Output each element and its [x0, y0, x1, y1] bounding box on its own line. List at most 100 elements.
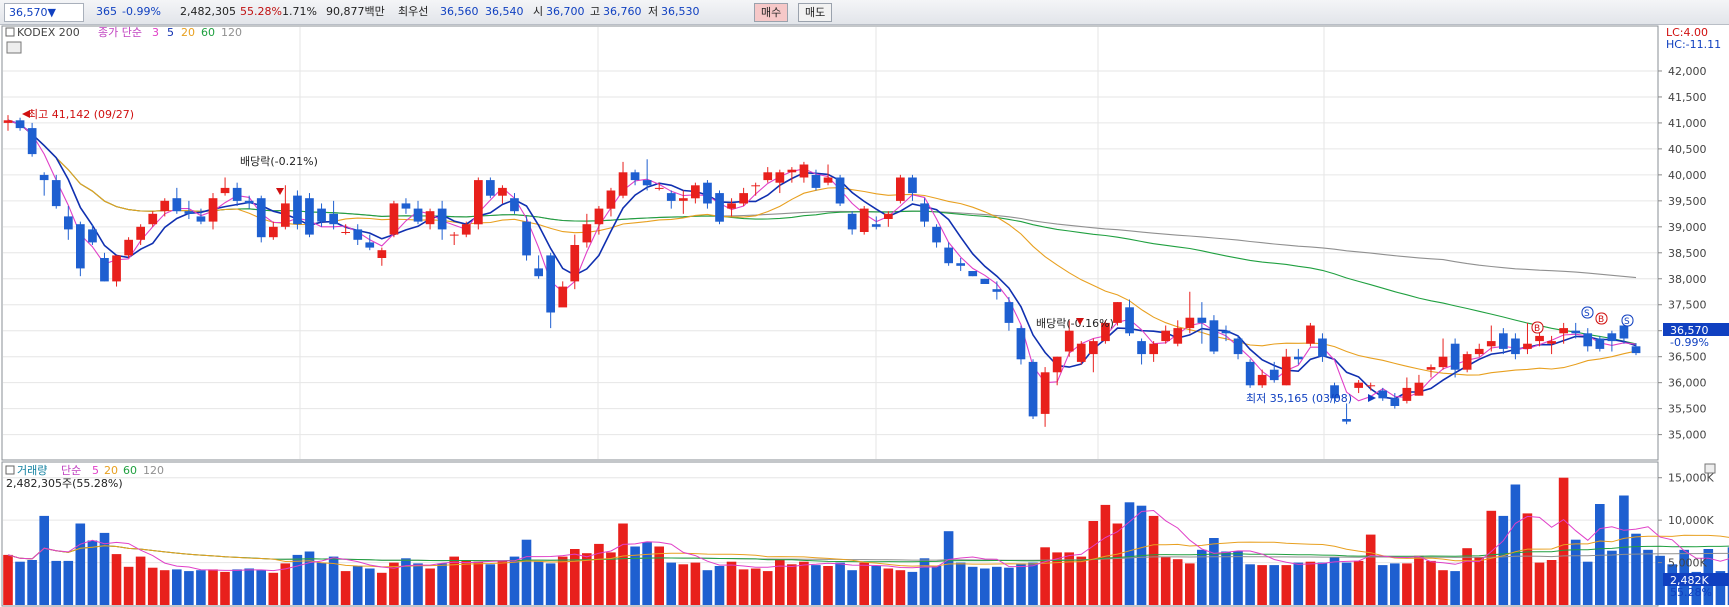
price-tick-label: 35,000 [1668, 429, 1707, 442]
turnover-pct: 1.71% [282, 5, 317, 18]
volume-bar [1088, 521, 1099, 605]
volume-bar [1317, 562, 1328, 605]
volume-bar [871, 566, 881, 605]
candle-body [1185, 317, 1195, 329]
volume-bar [172, 569, 182, 605]
candle-body [1631, 346, 1641, 354]
buy-signal-marker: B [1595, 312, 1608, 325]
candle-body [618, 172, 628, 196]
volume-bar [1450, 571, 1460, 605]
volume-bar [39, 515, 49, 605]
candle-body [160, 200, 170, 212]
volume-bar [1390, 563, 1400, 605]
buy-button[interactable]: 매수 [754, 3, 789, 22]
volume-bar [1293, 562, 1304, 605]
hc-label: HC:-11.11 [1666, 38, 1721, 51]
volume-bar [1281, 565, 1292, 605]
candle-body [775, 172, 785, 183]
candle-body [679, 198, 688, 201]
candle-body [823, 177, 833, 183]
candle-body [413, 208, 423, 222]
candle-body [124, 239, 133, 256]
volume-bar [51, 560, 61, 605]
volume-bar [907, 571, 918, 605]
svg-text:S: S [1584, 309, 1590, 319]
volume-bar [316, 562, 327, 605]
low-label: 저 [648, 5, 659, 18]
candle-body [172, 198, 182, 212]
candle-body [27, 128, 37, 155]
candle-body [1426, 367, 1436, 370]
candle-body [1052, 356, 1062, 373]
candle-body [666, 193, 676, 201]
volume-bar [1631, 533, 1641, 605]
candle-body [269, 226, 278, 238]
volume-bar [473, 561, 484, 605]
open-price: 36,700 [546, 5, 585, 18]
low-note: 최저 35,165 (03/08) [1246, 392, 1352, 405]
price-change: 365 [96, 5, 117, 18]
volume-bar [352, 566, 363, 605]
candle-body [1137, 341, 1146, 355]
candle-body [727, 203, 736, 209]
bid-price: 36,540 [485, 5, 524, 18]
volume-bar [1100, 504, 1111, 605]
high-price: 36,760 [603, 5, 642, 18]
candle-body [1559, 328, 1568, 334]
volume-bar [111, 554, 122, 605]
open-label: 시 [533, 5, 544, 18]
volume-bar [1341, 562, 1352, 605]
volume-bar [1112, 523, 1123, 605]
sell-signal-marker: S [1581, 306, 1594, 319]
volume-bar [1028, 562, 1038, 605]
candle-body [329, 213, 338, 225]
volume-close-icon[interactable] [1704, 463, 1716, 474]
candle-body [1366, 385, 1376, 387]
ma-period-120: 120 [221, 26, 242, 39]
candle-body [1233, 338, 1243, 355]
volume-bar [1209, 538, 1219, 605]
candle-body [365, 242, 375, 248]
high-note: 최고 41,142 (09/27) [28, 108, 134, 121]
volume-panel-toggle-icon[interactable] [5, 465, 15, 475]
volume-bar [268, 572, 279, 605]
candle-body [256, 198, 266, 238]
candle-body [522, 221, 531, 256]
sell-button[interactable]: 매도 [798, 3, 833, 22]
volume-bar [931, 566, 942, 605]
candle-body [1342, 419, 1351, 422]
candle-body [196, 216, 206, 222]
volume-bar [606, 552, 616, 605]
volume-bar [762, 571, 773, 605]
high-label: 고 [590, 5, 601, 18]
volume-bar [184, 571, 194, 605]
candle-body [232, 187, 242, 201]
table-toggle-icon[interactable] [6, 41, 22, 54]
candle-body [811, 174, 821, 188]
volume-bar [1245, 564, 1255, 605]
candle-body [1221, 330, 1231, 334]
candle-body [1354, 382, 1363, 388]
volume-bar [1172, 559, 1183, 605]
candle-body [486, 180, 495, 196]
candle-body [3, 120, 13, 123]
volume-bar [702, 570, 713, 605]
candle-body [353, 229, 363, 240]
candle-body [64, 216, 73, 230]
volume-bar [1377, 565, 1388, 605]
volume-bar [413, 563, 423, 605]
volume-bar [1269, 565, 1279, 605]
candle-body [944, 247, 953, 264]
candle-body [534, 268, 543, 277]
candle-body [847, 213, 857, 230]
panel-toggle-icon[interactable] [5, 27, 15, 37]
candle-body [1294, 356, 1303, 360]
candle-body [39, 174, 49, 181]
volume-bar [642, 542, 652, 605]
volume-info: 2,482,305주(55.28%) [6, 477, 123, 490]
volume-bar [485, 564, 496, 605]
volume-bar [425, 568, 435, 605]
volume-bar [1414, 555, 1424, 605]
volume-ma-20: 20 [104, 464, 118, 477]
volume-bar [196, 570, 206, 605]
